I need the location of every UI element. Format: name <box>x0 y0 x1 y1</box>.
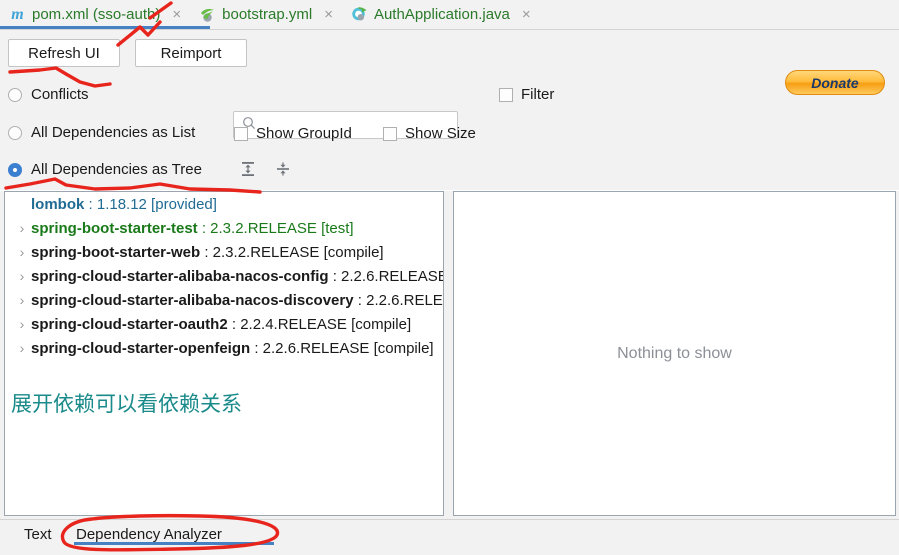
dependency-tree-row[interactable]: › spring-boot-starter-test : 2.3.2.RELEAS… <box>5 216 443 240</box>
radio-label-conflicts: Conflicts <box>31 86 89 103</box>
dependency-label: spring-cloud-starter-alibaba-nacos-confi… <box>31 267 443 285</box>
close-icon[interactable]: × <box>170 7 183 22</box>
analyzer-panels: ›lombok : 1.18.12 [provided]›spring-boot… <box>0 191 899 519</box>
radio-conflicts[interactable] <box>8 87 22 102</box>
radio-row-all-dependencies-as-list[interactable]: All Dependencies as List <box>8 124 195 141</box>
dependency-tree-row[interactable]: › spring-cloud-starter-alibaba-nacos-disc… <box>5 288 443 312</box>
radio-row-all-dependencies-as-tree[interactable]: All Dependencies as Tree <box>8 161 202 178</box>
chevron-right-icon[interactable]: › <box>13 221 31 235</box>
editor-tab-pom-xml[interactable]: m pom.xml (sso-auth) × <box>0 0 190 29</box>
checkbox-row-show-size[interactable]: Show Size <box>383 125 476 142</box>
dependency-label: spring-cloud-starter-openfeign : 2.2.6.R… <box>31 339 434 357</box>
close-icon[interactable]: × <box>322 7 335 22</box>
checkbox-filter[interactable] <box>499 87 513 102</box>
dependency-label: spring-cloud-starter-oauth2 : 2.2.4.RELE… <box>31 315 412 333</box>
dependency-label: spring-cloud-starter-alibaba-nacos-disco… <box>31 291 443 309</box>
donate-button[interactable]: Donate <box>785 70 885 95</box>
radio-label-all-dependencies-as-tree: All Dependencies as Tree <box>31 161 202 178</box>
dependency-detail-panel[interactable]: Nothing to show <box>453 191 896 516</box>
handwritten-chinese-note: 展开依赖可以看依赖关系 <box>11 392 242 416</box>
tree-indent-spacer: › <box>13 197 31 211</box>
dependency-tree-row[interactable]: › spring-cloud-starter-openfeign : 2.2.6.… <box>5 336 443 360</box>
spring-boot-class-icon <box>351 6 368 23</box>
checkbox-show-groupid[interactable] <box>234 126 248 141</box>
checkbox-show-size[interactable] <box>383 126 397 141</box>
checkbox-row-show-groupid[interactable]: Show GroupId <box>234 125 352 142</box>
checkbox-label-show-groupid: Show GroupId <box>256 125 352 142</box>
chevron-right-icon[interactable]: › <box>13 341 31 355</box>
checkbox-label-filter: Filter <box>521 86 555 103</box>
radio-all-dependencies-as-tree[interactable] <box>8 162 22 177</box>
bottom-tab-dependency-analyzer[interactable]: Dependency Analyzer <box>76 526 222 550</box>
bottom-active-tab-indicator <box>74 542 274 545</box>
chevron-right-icon[interactable]: › <box>13 317 31 331</box>
reimport-button[interactable]: Reimport <box>135 39 247 67</box>
dependency-tree-row[interactable]: › spring-cloud-starter-oauth2 : 2.2.4.REL… <box>5 312 443 336</box>
dependency-tree-row[interactable]: ›lombok : 1.18.12 [provided] <box>5 192 443 216</box>
maven-icon: m <box>11 5 24 23</box>
editor-tab-bar: m pom.xml (sso-auth) × bootstrap.yml × A… <box>0 0 899 29</box>
empty-state-message: Nothing to show <box>617 344 732 362</box>
chevron-right-icon[interactable]: › <box>13 245 31 259</box>
expand-all-icon[interactable] <box>237 158 259 180</box>
radio-all-dependencies-as-list[interactable] <box>8 125 22 140</box>
chevron-right-icon[interactable]: › <box>13 269 31 283</box>
editor-tab-bootstrap-yml[interactable]: bootstrap.yml × <box>190 0 342 29</box>
collapse-all-icon[interactable] <box>272 158 294 180</box>
editor-tab-authapplication-java[interactable]: AuthApplication.java × <box>342 0 540 29</box>
radio-row-conflicts[interactable]: Conflicts <box>8 86 89 103</box>
refresh-ui-button[interactable]: Refresh UI <box>8 39 120 67</box>
maven-dependency-toolbar: Refresh UI Reimport Donate Conflicts All… <box>0 30 899 190</box>
dependency-tree-panel[interactable]: ›lombok : 1.18.12 [provided]›spring-boot… <box>4 191 444 516</box>
editor-tab-label: bootstrap.yml <box>222 6 313 23</box>
editor-bottom-tab-bar: Text Dependency Analyzer <box>0 519 899 555</box>
dependency-label: spring-boot-starter-test : 2.3.2.RELEASE… <box>31 219 354 237</box>
dependency-label: spring-boot-starter-web : 2.3.2.RELEASE … <box>31 243 384 261</box>
editor-tab-label: pom.xml (sso-auth) <box>32 6 161 23</box>
checkbox-row-filter[interactable]: Filter <box>499 86 554 103</box>
dependency-tree-row[interactable]: › spring-boot-starter-web : 2.3.2.RELEASE… <box>5 240 443 264</box>
dependency-tree-row[interactable]: › spring-cloud-starter-alibaba-nacos-conf… <box>5 264 443 288</box>
radio-label-all-dependencies-as-list: All Dependencies as List <box>31 124 196 141</box>
dependency-label: lombok : 1.18.12 [provided] <box>31 195 217 213</box>
editor-tab-label: AuthApplication.java <box>373 6 510 23</box>
chevron-right-icon[interactable]: › <box>13 293 31 307</box>
close-icon[interactable]: × <box>520 7 533 22</box>
checkbox-label-show-size: Show Size <box>405 125 476 142</box>
bottom-tab-text[interactable]: Text <box>24 526 52 550</box>
spring-yaml-icon <box>199 6 216 23</box>
